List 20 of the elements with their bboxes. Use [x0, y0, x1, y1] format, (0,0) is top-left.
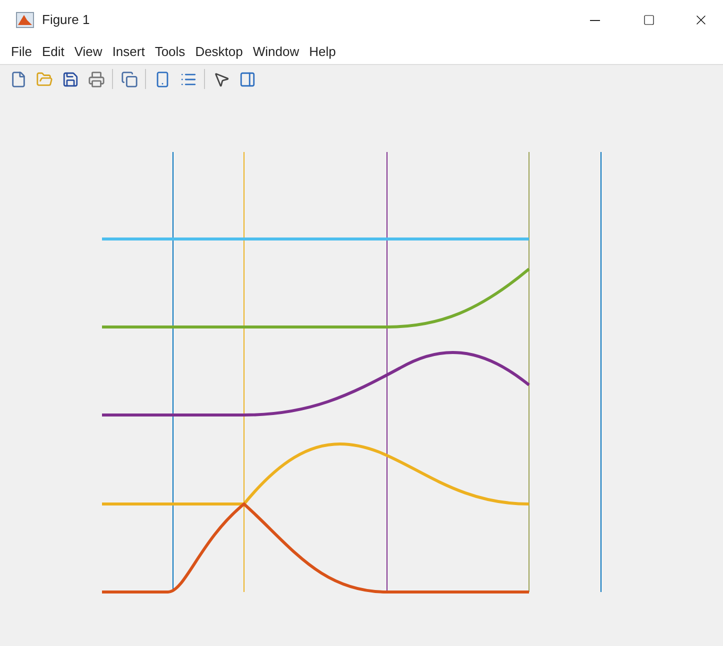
pointer-icon: [212, 70, 230, 88]
menu-item[interactable]: Help: [306, 42, 339, 62]
folder-icon: [36, 70, 52, 88]
window-title: Figure 1: [42, 11, 90, 30]
menu-item[interactable]: View: [71, 42, 106, 62]
windows-button[interactable]: [119, 69, 139, 89]
menu-item[interactable]: Window: [250, 42, 302, 62]
new-file-icon: [10, 70, 26, 88]
menu-item[interactable]: Insert: [109, 42, 148, 62]
menu-item[interactable]: Tools: [152, 42, 188, 62]
maximize-icon: [643, 14, 655, 26]
menu-item[interactable]: File: [8, 42, 35, 62]
printer-button[interactable]: [86, 69, 106, 89]
app-icon: [16, 12, 34, 28]
menu-item[interactable]: Desktop: [192, 42, 246, 62]
side-panel-icon: [238, 70, 256, 88]
menu-item[interactable]: Edit: [38, 42, 68, 62]
windows-icon: [120, 70, 138, 88]
printer-icon: [88, 70, 104, 88]
save-icon: [62, 70, 78, 88]
